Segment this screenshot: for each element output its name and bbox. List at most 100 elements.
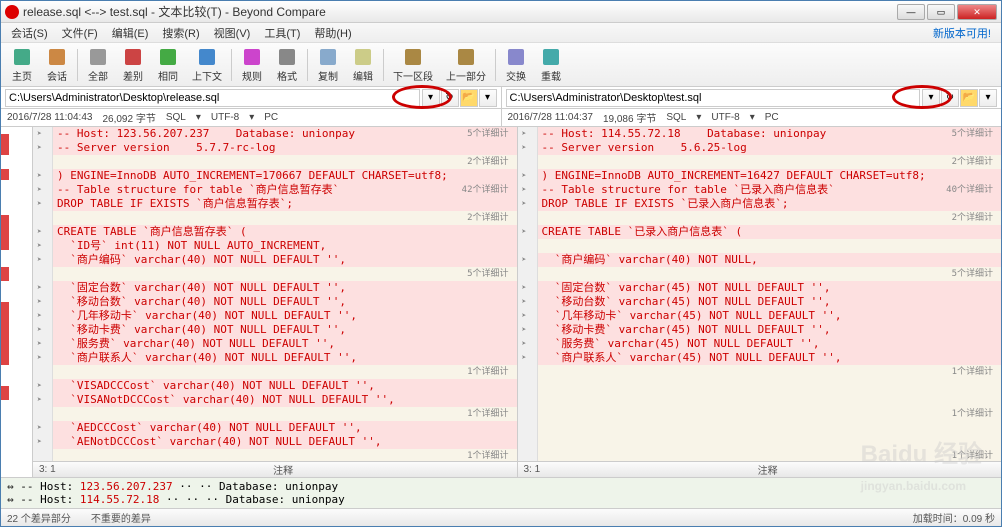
code-line[interactable]: `几年移动卡` varchar(40) NOT NULL DEFAULT '', (33, 309, 517, 323)
code-line[interactable]: 2个详细计 (33, 211, 517, 225)
code-line[interactable]: -- Server version 5.7.7-rc-log (33, 141, 517, 155)
code-line[interactable] (518, 435, 1002, 449)
left-encoding[interactable]: UTF-8 (211, 112, 239, 123)
code-line[interactable]: `移动台数` varchar(45) NOT NULL DEFAULT '', (518, 295, 1002, 309)
code-line[interactable]: 1个详细计 (33, 449, 517, 461)
left-path-menu[interactable]: ▾ (479, 89, 497, 107)
code-line[interactable]: 1个详细计 (518, 407, 1002, 421)
code-line[interactable]: 5个详细计 (33, 267, 517, 281)
session-icon (47, 47, 67, 67)
new-version-link[interactable]: 新版本可用! (933, 25, 997, 41)
toolbar-swap[interactable]: 交换 (499, 45, 533, 85)
right-path-input[interactable] (506, 89, 921, 107)
code-line[interactable]: `固定台数` varchar(45) NOT NULL DEFAULT '', (518, 281, 1002, 295)
code-line[interactable]: `AEDCCCost` varchar(40) NOT NULL DEFAULT… (33, 421, 517, 435)
code-line[interactable]: -- Table structure for table `商户信息暂存表`42… (33, 183, 517, 197)
menu-search[interactable]: 搜索(R) (156, 23, 205, 43)
right-code-area[interactable]: -- Host: 114.55.72.18 Database: unionpay… (518, 127, 1002, 461)
code-line[interactable]: 1个详细计 (518, 365, 1002, 379)
toolbar-session[interactable]: 会话 (40, 45, 74, 85)
code-line[interactable]: ) ENGINE=InnoDB AUTO_INCREMENT=170667 DE… (33, 169, 517, 183)
code-line[interactable]: 2个详细计 (33, 155, 517, 169)
code-line[interactable]: `服务费` varchar(45) NOT NULL DEFAULT '', (518, 337, 1002, 351)
line-gutter (518, 253, 538, 267)
toolbar-diff[interactable]: 差别 (116, 45, 150, 85)
code-line[interactable]: `商户联系人` varchar(45) NOT NULL DEFAULT '', (518, 351, 1002, 365)
code-line[interactable]: 5个详细计 (518, 267, 1002, 281)
app-icon (5, 5, 19, 19)
toolbar-same[interactable]: 相同 (151, 45, 185, 85)
right-lang[interactable]: SQL (666, 112, 686, 123)
code-line[interactable]: `移动台数` varchar(40) NOT NULL DEFAULT '', (33, 295, 517, 309)
minimize-button[interactable]: — (897, 4, 925, 20)
left-refresh-icon[interactable]: ↻ (441, 89, 459, 107)
menu-help[interactable]: 帮助(H) (308, 23, 357, 43)
code-line[interactable]: -- Table structure for table `已录入商户信息表`4… (518, 183, 1002, 197)
code-line[interactable]: `服务费` varchar(40) NOT NULL DEFAULT '', (33, 337, 517, 351)
code-line[interactable]: -- Host: 123.56.207.237 Database: unionp… (33, 127, 517, 141)
code-line[interactable]: `几年移动卡` varchar(45) NOT NULL DEFAULT '', (518, 309, 1002, 323)
code-line[interactable]: `AENotDCCCost` varchar(40) NOT NULL DEFA… (33, 435, 517, 449)
code-line[interactable]: `移动卡费` varchar(45) NOT NULL DEFAULT '', (518, 323, 1002, 337)
toolbar-next-sec[interactable]: 下一区段 (387, 45, 439, 85)
code-line[interactable] (518, 393, 1002, 407)
right-platform[interactable]: PC (765, 112, 779, 123)
line-gutter (518, 365, 538, 379)
menu-tools[interactable]: 工具(T) (258, 23, 306, 43)
toolbar-prev-sec[interactable]: 上一部分 (440, 45, 492, 85)
code-line[interactable]: `商户编码` varchar(40) NOT NULL DEFAULT '', (33, 253, 517, 267)
code-line[interactable]: ) ENGINE=InnoDB AUTO_INCREMENT=16427 DEF… (518, 169, 1002, 183)
code-line[interactable]: `商户联系人` varchar(40) NOT NULL DEFAULT '', (33, 351, 517, 365)
code-line[interactable]: `VISANotDCCCost` varchar(40) NOT NULL DE… (33, 393, 517, 407)
code-line[interactable]: `VISADCCCost` varchar(40) NOT NULL DEFAU… (33, 379, 517, 393)
right-refresh-icon[interactable]: ↻ (941, 89, 959, 107)
right-browse-button[interactable]: 📂 (960, 89, 978, 107)
toolbar-rules[interactable]: 规则 (235, 45, 269, 85)
left-platform[interactable]: PC (264, 112, 278, 123)
toolbar-copy[interactable]: 复制 (311, 45, 345, 85)
toolbar-context[interactable]: 上下文 (186, 45, 228, 85)
toolbar-home[interactable]: 主页 (5, 45, 39, 85)
code-line[interactable]: `移动卡费` varchar(40) NOT NULL DEFAULT '', (33, 323, 517, 337)
code-line[interactable]: `商户编码` varchar(40) NOT NULL, (518, 253, 1002, 267)
toolbar-edit[interactable]: 编辑 (346, 45, 380, 85)
right-path-menu[interactable]: ▾ (979, 89, 997, 107)
line-text: `商户编码` varchar(40) NOT NULL DEFAULT '', (53, 253, 517, 267)
code-line[interactable]: DROP TABLE IF EXISTS `已录入商户信息表`; (518, 197, 1002, 211)
code-line[interactable]: `ID号` int(11) NOT NULL AUTO_INCREMENT, (33, 239, 517, 253)
menu-edit[interactable]: 编辑(E) (106, 23, 155, 43)
code-line[interactable] (518, 379, 1002, 393)
code-line[interactable]: 2个详细计 (518, 211, 1002, 225)
right-path-dropdown[interactable]: ▾ (922, 89, 940, 107)
menu-session[interactable]: 会话(S) (5, 23, 54, 43)
toolbar-reload[interactable]: 重载 (534, 45, 568, 85)
code-line[interactable]: -- Host: 114.55.72.18 Database: unionpay… (518, 127, 1002, 141)
code-line[interactable]: 1个详细计 (33, 365, 517, 379)
maximize-button[interactable]: ▭ (927, 4, 955, 20)
left-browse-button[interactable]: 📂 (460, 89, 478, 107)
overview-gutter[interactable] (1, 127, 33, 477)
line-text (53, 365, 517, 379)
toolbar-format[interactable]: 格式 (270, 45, 304, 85)
code-line[interactable]: 2个详细计 (518, 155, 1002, 169)
menu-file[interactable]: 文件(F) (56, 23, 104, 43)
menu-view[interactable]: 视图(V) (208, 23, 257, 43)
code-line[interactable]: -- Server version 5.6.25-log (518, 141, 1002, 155)
right-encoding[interactable]: UTF-8 (711, 112, 739, 123)
left-lang[interactable]: SQL (166, 112, 186, 123)
left-path-dropdown[interactable]: ▾ (422, 89, 440, 107)
close-button[interactable]: ✕ (957, 4, 997, 20)
code-line[interactable]: 1个详细计 (518, 449, 1002, 461)
code-line[interactable] (518, 421, 1002, 435)
line-gutter (33, 141, 53, 155)
code-line[interactable]: 1个详细计 (33, 407, 517, 421)
code-line[interactable]: `固定台数` varchar(40) NOT NULL DEFAULT '', (33, 281, 517, 295)
code-line[interactable] (518, 239, 1002, 253)
code-line[interactable]: CREATE TABLE `商户信息暂存表` ( (33, 225, 517, 239)
code-line[interactable]: CREATE TABLE `已录入商户信息表` ( (518, 225, 1002, 239)
left-path-input[interactable] (5, 89, 420, 107)
code-line[interactable]: DROP TABLE IF EXISTS `商户信息暂存表`; (33, 197, 517, 211)
left-code-area[interactable]: -- Host: 123.56.207.237 Database: unionp… (33, 127, 517, 461)
toolbar-all[interactable]: 全部 (81, 45, 115, 85)
section-label: 5个详细计 (952, 267, 993, 281)
